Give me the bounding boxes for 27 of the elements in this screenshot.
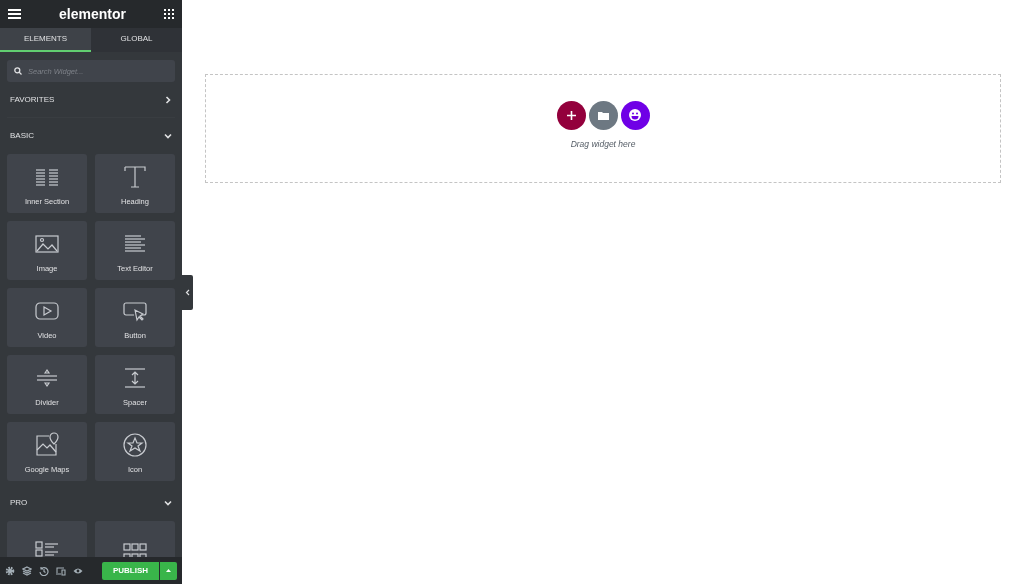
map-pin-icon bbox=[34, 431, 60, 458]
apps-grid-icon[interactable] bbox=[164, 9, 174, 19]
chevron-left-icon bbox=[185, 289, 190, 296]
letter-t-icon bbox=[122, 163, 148, 190]
section-header[interactable]: BASIC bbox=[7, 118, 175, 154]
history-icon[interactable] bbox=[39, 565, 49, 576]
smiley-icon bbox=[628, 108, 642, 123]
folder-icon bbox=[597, 110, 609, 120]
app-logo: elementor bbox=[59, 4, 126, 24]
drop-hint: Drag widget here bbox=[570, 137, 636, 151]
collapse-handle[interactable] bbox=[182, 275, 193, 310]
template-library-button[interactable] bbox=[588, 100, 618, 130]
add-section-button[interactable] bbox=[556, 100, 586, 130]
menu-icon[interactable] bbox=[8, 9, 21, 19]
panel-tab[interactable]: GLOBAL bbox=[91, 28, 182, 52]
publish-options-button[interactable] bbox=[160, 561, 177, 580]
star-circle-icon bbox=[122, 431, 148, 458]
responsive-icon[interactable] bbox=[56, 565, 66, 576]
layers-icon[interactable] bbox=[22, 565, 32, 576]
smiley-button[interactable] bbox=[620, 100, 650, 130]
panel-tab[interactable]: ELEMENTS bbox=[0, 28, 91, 52]
search-icon bbox=[14, 67, 22, 75]
section-header[interactable]: PRO bbox=[7, 485, 175, 521]
caret-icon bbox=[166, 569, 171, 572]
section-header[interactable]: FAVORITES bbox=[7, 82, 175, 118]
settings-icon[interactable] bbox=[5, 565, 15, 576]
plus-icon bbox=[566, 110, 576, 120]
